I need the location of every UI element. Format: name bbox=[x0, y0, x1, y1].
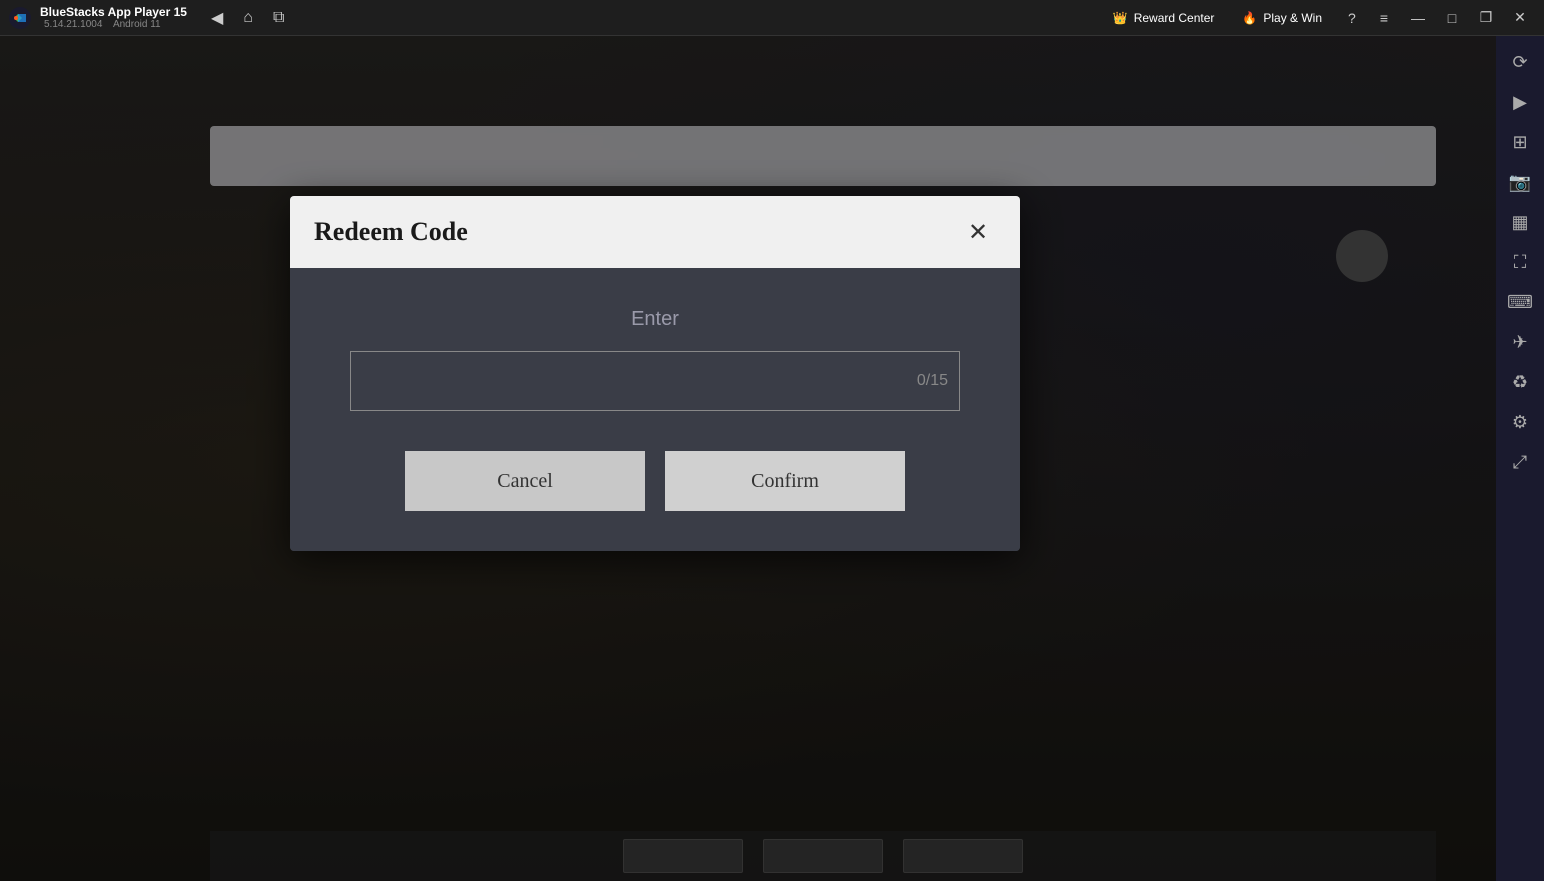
close-button[interactable]: ✕ bbox=[1504, 4, 1536, 32]
dialog-title: Redeem Code bbox=[314, 217, 468, 247]
confirm-button[interactable]: Confirm bbox=[665, 451, 905, 511]
dialog-header: Redeem Code ✕ bbox=[290, 196, 1020, 268]
cancel-button[interactable]: Cancel bbox=[405, 451, 645, 511]
titlebar: BlueStacks App Player 15 5.14.21.1004 An… bbox=[0, 0, 1544, 36]
enter-label: Enter bbox=[350, 308, 960, 331]
code-input-wrapper: 0/15 bbox=[350, 351, 960, 411]
minimize-button[interactable]: — bbox=[1402, 4, 1434, 32]
home-button[interactable]: ⌂ bbox=[239, 7, 257, 29]
main-content: Redeem Code ✕ Enter 0/15 Cancel Confirm bbox=[0, 36, 1496, 881]
right-sidebar: ⟳ ▶ ⊞ 📷 ▦ ⛶ ⌨ ✈ ♻ ⚙ ⤢ bbox=[1496, 36, 1544, 881]
nav-buttons: ◀ ⌂ ⧉ bbox=[207, 6, 288, 30]
app-name: BlueStacks App Player 15 bbox=[40, 5, 187, 19]
dialog-buttons: Cancel Confirm bbox=[350, 451, 960, 521]
back-button[interactable]: ◀ bbox=[207, 6, 227, 30]
fullscreen-icon[interactable]: ⛶ bbox=[1502, 244, 1538, 280]
rotate-icon[interactable]: ⟳ bbox=[1502, 44, 1538, 80]
maximize-button[interactable]: □ bbox=[1436, 4, 1468, 32]
code-input[interactable] bbox=[350, 351, 960, 411]
fire-icon: 🔥 bbox=[1242, 11, 1257, 25]
menu-button[interactable]: ≡ bbox=[1374, 8, 1394, 28]
play-win-button[interactable]: 🔥 Play & Win bbox=[1234, 9, 1330, 27]
dialog-body: Enter 0/15 Cancel Confirm bbox=[290, 268, 1020, 551]
app-logo bbox=[8, 6, 32, 30]
settings-icon[interactable]: ⚙ bbox=[1502, 404, 1538, 440]
window-controls: — □ ❐ ✕ bbox=[1402, 4, 1536, 32]
help-button[interactable]: ? bbox=[1342, 8, 1362, 28]
eco-icon[interactable]: ♻ bbox=[1502, 364, 1538, 400]
dialog-close-button[interactable]: ✕ bbox=[960, 214, 996, 250]
keyboard-icon[interactable]: ⌨ bbox=[1502, 284, 1538, 320]
grid-icon[interactable]: ⊞ bbox=[1502, 124, 1538, 160]
redeem-code-dialog: Redeem Code ✕ Enter 0/15 Cancel Confirm bbox=[290, 196, 1020, 551]
play-icon[interactable]: ▶ bbox=[1502, 84, 1538, 120]
location-icon[interactable]: ✈ bbox=[1502, 324, 1538, 360]
titlebar-actions: 👑 Reward Center 🔥 Play & Win ? ≡ bbox=[1105, 8, 1394, 28]
apk-icon[interactable]: ▦ bbox=[1502, 204, 1538, 240]
copy-button[interactable]: ⧉ bbox=[269, 7, 288, 29]
restore-button[interactable]: ❐ bbox=[1470, 4, 1502, 32]
expand-icon[interactable]: ⤢ bbox=[1502, 444, 1538, 480]
camera-icon[interactable]: 📷 bbox=[1502, 164, 1538, 200]
crown-icon: 👑 bbox=[1113, 11, 1128, 25]
app-version: 5.14.21.1004 Android 11 bbox=[44, 19, 187, 30]
reward-center-button[interactable]: 👑 Reward Center bbox=[1105, 9, 1223, 27]
